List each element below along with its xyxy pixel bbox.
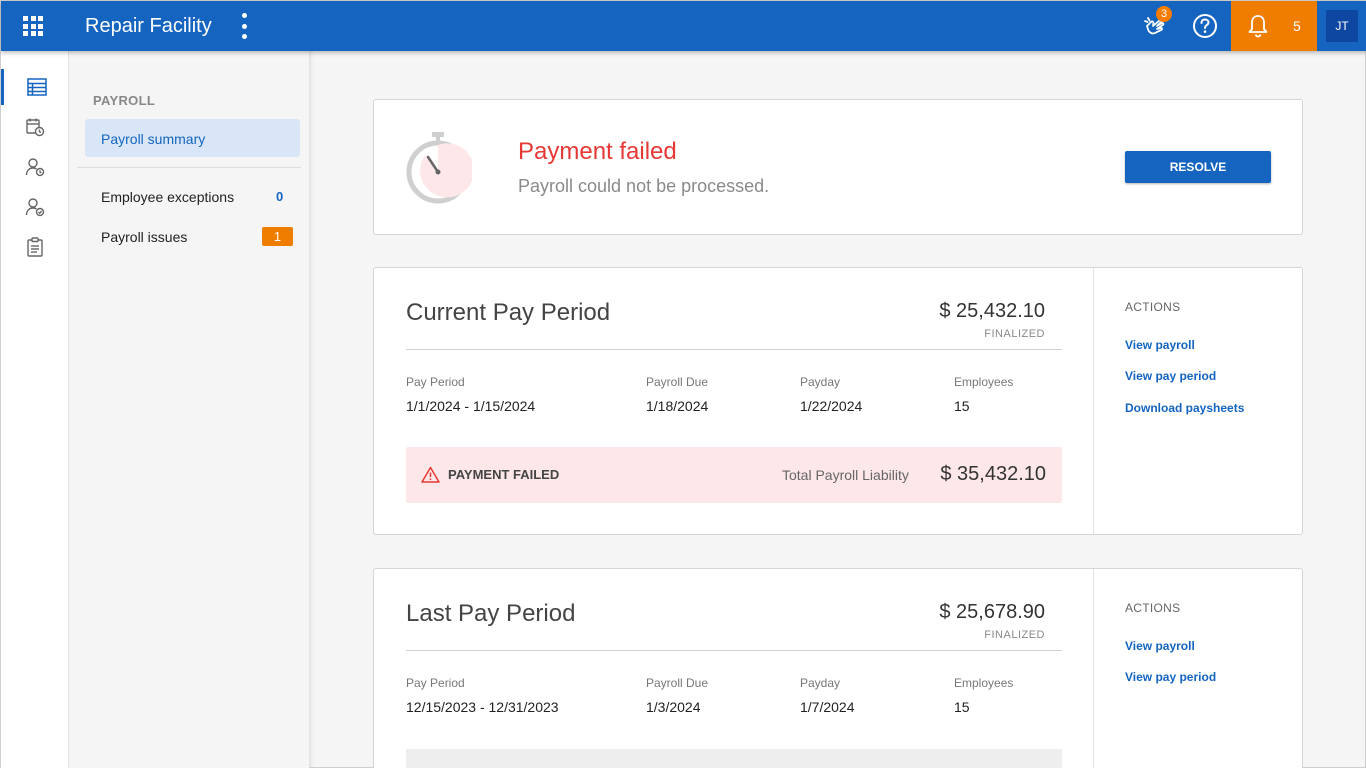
- celebrate-button[interactable]: 3: [1131, 1, 1179, 51]
- subnav-divider: [77, 167, 301, 168]
- employees-label: Employees: [954, 676, 1014, 690]
- last-pay-period-card: Last Pay Period $ 25,678.90 FINALIZED Pa…: [373, 568, 1303, 768]
- subnav-item-payroll-issues[interactable]: Payroll issues: [101, 229, 187, 245]
- actions-divider: [1093, 569, 1094, 768]
- stopwatch-icon: [406, 132, 472, 204]
- current-pay-period-card: Current Pay Period $ 25,432.10 FINALIZED…: [373, 267, 1303, 535]
- view-pay-period-link[interactable]: View pay period: [1125, 670, 1216, 684]
- rail-item-schedule[interactable]: [1, 109, 69, 145]
- payday-label: Payday: [800, 676, 841, 690]
- user-clock-icon: [25, 158, 45, 177]
- user-check-icon: [25, 198, 45, 217]
- bell-icon: [1248, 15, 1268, 38]
- left-rail: [1, 51, 69, 768]
- employee-exceptions-count: 0: [276, 189, 284, 204]
- warning-icon: [421, 466, 440, 483]
- view-payroll-link[interactable]: View payroll: [1125, 338, 1195, 352]
- rail-item-reports[interactable]: [1, 229, 69, 265]
- pay-period-label: Pay Period: [406, 676, 465, 690]
- top-bar: Repair Facility 3 5 JT: [1, 1, 1366, 51]
- current-period-status: FINALIZED: [984, 328, 1045, 340]
- help-icon: [1193, 14, 1217, 38]
- payday-value: 1/7/2024: [800, 699, 855, 715]
- divider: [406, 349, 1062, 350]
- last-period-status: FINALIZED: [984, 629, 1045, 641]
- payment-failed-label: PAYMENT FAILED: [448, 467, 560, 482]
- total-liability-label: Total Payroll Liability: [782, 467, 909, 483]
- subnav-item-payroll-summary[interactable]: Payroll summary: [85, 119, 300, 157]
- payday-value: 1/22/2024: [800, 398, 863, 414]
- payroll-due-value: 1/18/2024: [646, 398, 709, 414]
- clipboard-icon: [27, 237, 43, 257]
- app-title: Repair Facility: [85, 15, 212, 37]
- liability-strip: [406, 749, 1062, 768]
- payroll-issues-count: 1: [262, 227, 293, 246]
- more-options-icon[interactable]: [239, 12, 249, 40]
- payment-failed-card: Payment failed Payroll could not be proc…: [373, 99, 1303, 235]
- calendar-clock-icon: [26, 118, 45, 137]
- celebrate-badge: 3: [1156, 6, 1172, 22]
- last-period-amount: $ 25,678.90: [939, 601, 1045, 623]
- help-button[interactable]: [1181, 1, 1229, 51]
- total-liability-amount: $ 35,432.10: [940, 463, 1046, 485]
- rail-item-payroll[interactable]: [1, 69, 69, 105]
- employees-value: 15: [954, 398, 970, 414]
- payroll-due-label: Payroll Due: [646, 375, 709, 389]
- view-payroll-link[interactable]: View payroll: [1125, 639, 1195, 653]
- list-view-icon: [26, 78, 47, 96]
- pay-period-value: 12/15/2023 - 12/31/2023: [406, 699, 559, 715]
- payday-label: Payday: [800, 375, 841, 389]
- resolve-button[interactable]: RESOLVE: [1125, 151, 1271, 183]
- payroll-subnav: PAYROLL Payroll summary Employee excepti…: [69, 51, 310, 768]
- view-pay-period-link[interactable]: View pay period: [1125, 369, 1216, 383]
- alert-subtitle: Payroll could not be processed.: [518, 176, 770, 196]
- employees-label: Employees: [954, 375, 1014, 389]
- actions-heading: ACTIONS: [1125, 601, 1181, 615]
- actions-divider: [1093, 268, 1094, 534]
- payroll-due-value: 1/3/2024: [646, 699, 701, 715]
- rail-item-approvals[interactable]: [1, 189, 69, 225]
- alert-title: Payment failed: [518, 138, 677, 165]
- download-paysheets-link[interactable]: Download paysheets: [1125, 401, 1244, 415]
- notifications-button[interactable]: 5: [1231, 1, 1317, 51]
- last-period-title: Last Pay Period: [406, 600, 576, 627]
- actions-heading: ACTIONS: [1125, 300, 1181, 314]
- payment-failed-strip: PAYMENT FAILED Total Payroll Liability $…: [406, 447, 1062, 503]
- avatar[interactable]: JT: [1326, 10, 1358, 42]
- payroll-due-label: Payroll Due: [646, 676, 709, 690]
- subnav-section-title: PAYROLL: [93, 93, 156, 108]
- app-launcher-icon[interactable]: [21, 14, 45, 38]
- divider: [406, 650, 1062, 651]
- notification-count: 5: [1293, 18, 1301, 34]
- current-period-amount: $ 25,432.10: [939, 300, 1045, 322]
- current-period-title: Current Pay Period: [406, 299, 611, 326]
- pay-period-label: Pay Period: [406, 375, 465, 389]
- subnav-item-employee-exceptions[interactable]: Employee exceptions: [101, 189, 234, 205]
- rail-item-timesheets[interactable]: [1, 149, 69, 185]
- employees-value: 15: [954, 699, 970, 715]
- pay-period-value: 1/1/2024 - 1/15/2024: [406, 398, 536, 414]
